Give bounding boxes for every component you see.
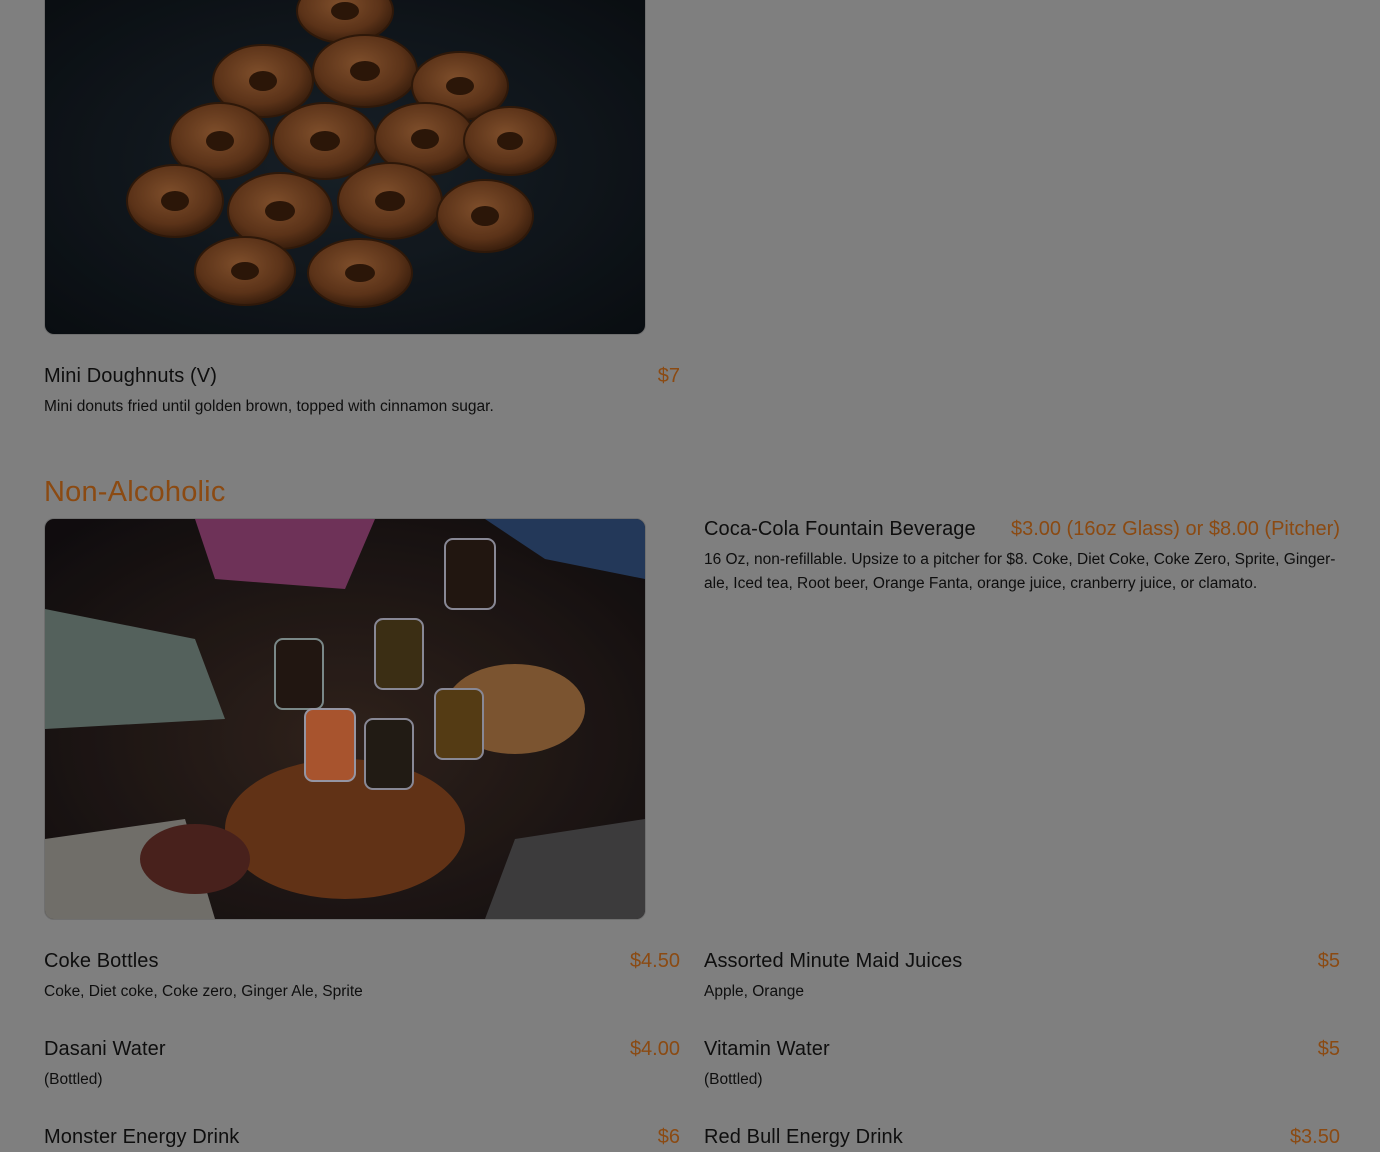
menu-item-mini-doughnuts: Mini Doughnuts (V) $7 Mini donuts fried … <box>44 363 680 419</box>
menu-item-vitamin-water: Vitamin Water $5 (Bottled) <box>704 1036 1340 1092</box>
item-description: 16 Oz, non-refillable. Upsize to a pitch… <box>704 551 1336 592</box>
item-name: Coca-Cola Fountain Beverage <box>704 518 976 540</box>
item-description: Apple, Orange <box>704 983 804 1000</box>
item-price: $5 <box>1317 1038 1340 1060</box>
item-description: (Bottled) <box>704 1071 763 1088</box>
item-description: Coke, Diet coke, Coke zero, Ginger Ale, … <box>44 983 363 1000</box>
item-name: Mini Doughnuts (V) <box>44 365 217 387</box>
menu-item-coca-cola-fountain: Coca-Cola Fountain Beverage $3.00 (16oz … <box>704 516 1340 596</box>
friends-toasting-drinks-photo <box>44 518 646 920</box>
menu-item-coke-bottles: Coke Bottles $4.50 Coke, Diet coke, Coke… <box>44 948 680 1004</box>
menu-item-minute-maid-juices: Assorted Minute Maid Juices $5 Apple, Or… <box>704 948 1340 1004</box>
item-name: Coke Bottles <box>44 950 159 972</box>
menu-item-dasani-water: Dasani Water $4.00 (Bottled) <box>44 1036 680 1092</box>
item-price: $4.00 <box>629 1038 680 1060</box>
item-description: (Bottled) <box>44 1071 103 1088</box>
item-name: Dasani Water <box>44 1038 166 1060</box>
menu-item-monster-energy: Monster Energy Drink $6 <box>44 1124 680 1150</box>
item-price: $4.50 <box>629 950 680 972</box>
menu-item-red-bull: Red Bull Energy Drink $3.50 <box>704 1124 1340 1150</box>
item-description: Mini donuts fried until golden brown, to… <box>44 398 494 415</box>
item-price: $3.00 (16oz Glass) or $8.00 (Pitcher) <box>1010 518 1340 540</box>
item-price: $5 <box>1317 950 1340 972</box>
item-price: $3.50 <box>1289 1126 1340 1148</box>
item-price: $7 <box>657 365 680 387</box>
item-name: Vitamin Water <box>704 1038 830 1060</box>
item-name: Red Bull Energy Drink <box>704 1126 903 1148</box>
item-name: Assorted Minute Maid Juices <box>704 950 963 972</box>
item-price: $6 <box>657 1126 680 1148</box>
section-title-non-alcoholic: Non-Alcoholic <box>44 476 226 508</box>
mini-doughnuts-photo <box>44 0 646 335</box>
item-name: Monster Energy Drink <box>44 1126 240 1148</box>
